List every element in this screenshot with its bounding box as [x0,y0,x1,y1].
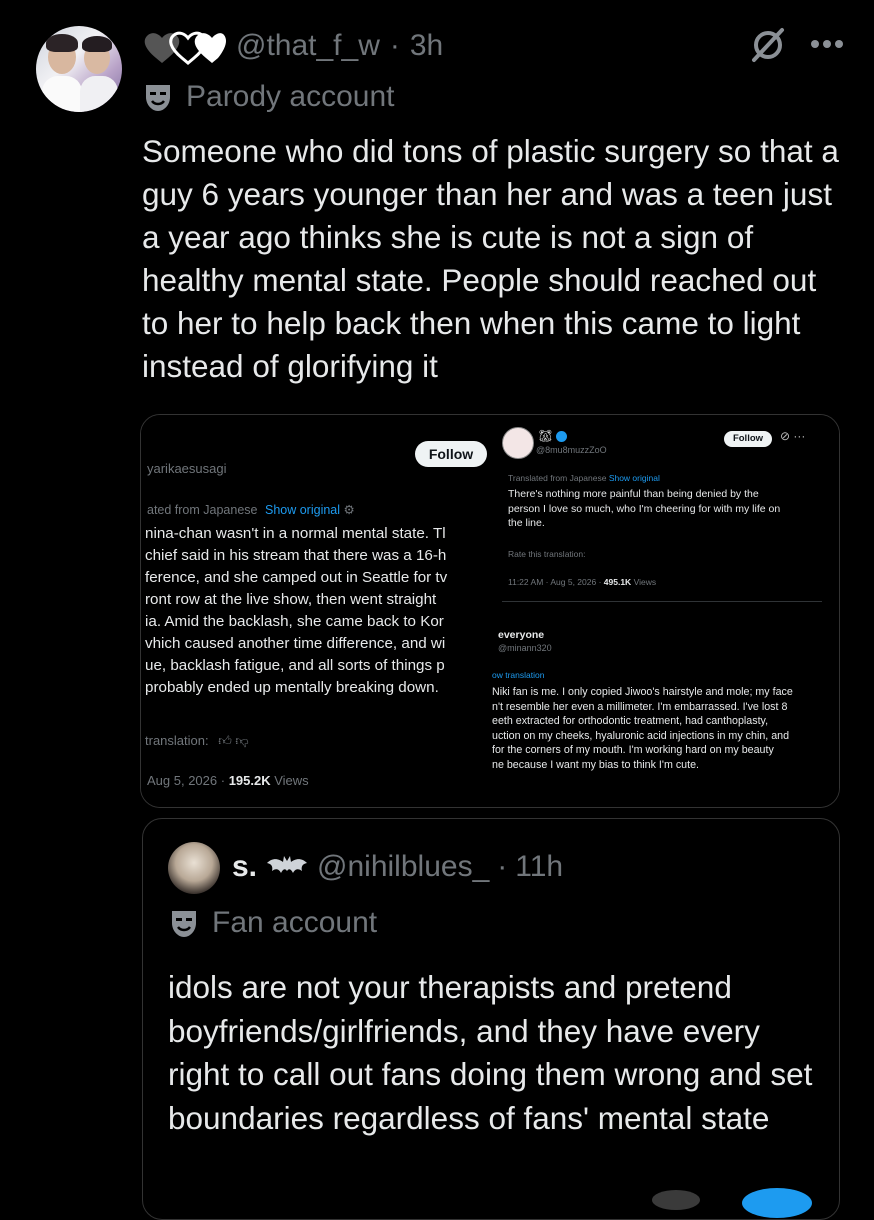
author-handle[interactable]: @that_f_w [236,29,380,63]
right-handle: @8mu8muzzZoO [536,445,607,455]
post-actions-top [748,24,844,64]
post-header: @that_f_w · 3h [142,26,443,66]
compose-button-partial[interactable] [742,1188,812,1218]
quoted-text: idols are not your therapists and preten… [168,969,813,1136]
bottom-avatar-partial [652,1190,700,1210]
badge-label: Parody account [186,80,395,113]
right-meta: 11:22 AM · Aug 5, 2026 · 495.1K Views [508,577,657,587]
reply-translation: ow translation [492,670,545,680]
verified-icon [556,431,567,442]
fan-badge: Fan account [168,906,377,940]
quoted-avatar[interactable] [168,842,220,894]
quoted-time[interactable]: 11h [515,850,563,884]
right-translated: Translated from Japanese Show original [508,473,660,483]
right-more: ⊘ ··· [780,429,806,443]
embedded-text: nina-chan wasn't in a normal mental stat… [145,525,448,696]
grok-icon[interactable] [748,24,788,64]
quoted-handle[interactable]: @nihilblues_ [317,850,489,884]
embedded-meta: Aug 5, 2026 · 195.2K Views [147,773,309,788]
reply-handle: @minann320 [498,643,552,653]
post-media[interactable]: Follow yarikaesusagi ated from Japanese … [140,414,840,808]
bear-icon: 🐹︎ [538,429,554,443]
mask-icon [172,911,196,937]
right-follow-button: Follow [724,431,772,447]
post-text: Someone who did tons of plastic surgery … [142,133,839,384]
translated-label: ated from Japanese Show original ⚙ [147,503,355,517]
right-text: There's nothing more painful than being … [508,488,781,529]
reply-text: Niki fan is me. I only copied Jiwoo's ha… [492,686,793,771]
media-image-left[interactable]: Follow yarikaesusagi ated from Japanese … [141,415,490,807]
more-icon[interactable] [810,39,844,49]
right-rate: Rate this translation: [508,549,586,559]
embedded-handle: yarikaesusagi [147,461,227,476]
mask-icon [146,85,170,111]
parody-badge: Parody account [142,80,394,114]
bat-icon [267,856,308,873]
fan-badge-label: Fan account [212,906,378,939]
quoted-name[interactable]: s. [232,850,257,884]
separator-dot: · [389,29,400,62]
author-avatar[interactable] [36,26,122,112]
embedded-avatar [502,427,534,459]
media-image-right[interactable]: 🐹︎ @8mu8muzzZoO Follow ⊘ ··· Translated … [492,415,839,807]
follow-button: Follow [415,441,487,467]
rate-translation: translation: 👍︎ 👎︎ [145,733,249,748]
hearts-icon [144,31,226,65]
reply-name: everyone [498,629,545,641]
post-time[interactable]: 3h [410,29,443,63]
separator-dot: · [497,850,508,883]
quoted-header: s. @nihilblues_ · 11h [232,850,563,884]
